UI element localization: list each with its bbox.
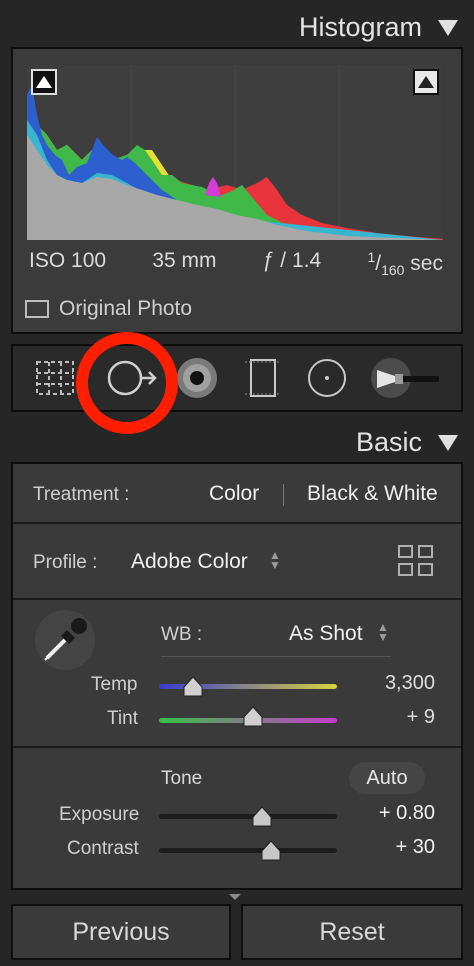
highlight-ring xyxy=(76,332,178,434)
wb-stepper-icon[interactable]: ▲ ▼ xyxy=(377,621,389,643)
temp-value[interactable]: 3,300 xyxy=(315,672,435,695)
red-eye-icon[interactable] xyxy=(175,356,219,400)
shutter-speed-value: 1/160 sec xyxy=(367,249,443,279)
highlight-clipping-toggle[interactable] xyxy=(413,69,439,95)
graduated-filter-icon[interactable] xyxy=(241,356,285,400)
histogram-graph[interactable] xyxy=(27,65,443,240)
histogram-panel: ISO 100 35 mm ƒ / 1.4 1/160 sec Original… xyxy=(11,47,463,334)
exposure-slider[interactable] xyxy=(159,814,337,819)
wb-dropdown[interactable]: As Shot xyxy=(289,622,363,646)
tint-label: Tint xyxy=(107,708,138,729)
exposure-slider-thumb[interactable] xyxy=(251,806,273,828)
adjustment-brush-icon[interactable] xyxy=(369,356,445,400)
wb-underline xyxy=(161,656,391,657)
reset-button[interactable]: Reset xyxy=(241,904,463,960)
temp-slider-thumb[interactable] xyxy=(182,676,204,698)
crop-overlay-icon[interactable] xyxy=(33,356,77,400)
exposure-label: Exposure xyxy=(59,804,140,825)
tint-value[interactable]: + 9 xyxy=(315,706,435,729)
aperture-value: ƒ / 1.4 xyxy=(262,249,322,272)
histogram-chart xyxy=(27,65,443,240)
iso-value: ISO 100 xyxy=(29,249,107,272)
panel-end-marker-icon xyxy=(229,894,241,900)
exposure-value[interactable]: + 0.80 xyxy=(315,802,435,825)
shutter-unit: sec xyxy=(410,252,443,275)
auto-tone-button[interactable]: Auto xyxy=(349,762,425,794)
basic-header[interactable]: Basic xyxy=(356,427,458,458)
shutter-numerator: 1 xyxy=(367,249,376,265)
reset-label: Reset xyxy=(319,917,385,946)
treatment-label: Treatment : xyxy=(33,484,130,505)
basic-panel: Treatment : Color Black & White Profile … xyxy=(11,462,463,890)
original-photo-toggle[interactable]: Original Photo xyxy=(25,297,192,321)
collapse-triangle-icon[interactable] xyxy=(438,19,458,36)
contrast-value[interactable]: + 30 xyxy=(315,836,435,859)
treatment-bw-option[interactable]: Black & White xyxy=(307,482,438,506)
tint-slider-thumb[interactable] xyxy=(242,706,264,728)
auto-tone-label: Auto xyxy=(366,766,408,789)
wb-label: WB : xyxy=(161,624,203,645)
shadow-clipping-toggle[interactable] xyxy=(31,69,57,95)
treatment-divider xyxy=(283,484,284,506)
shutter-denominator: 160 xyxy=(381,262,405,279)
histogram-title: Histogram xyxy=(298,12,422,42)
treatment-section: Treatment : Color Black & White xyxy=(13,464,461,524)
original-photo-label: Original Photo xyxy=(59,297,193,320)
white-balance-section: WB : As Shot ▲ ▼ Temp 3,300 Tint + 9 xyxy=(13,600,461,748)
contrast-slider[interactable] xyxy=(159,848,337,853)
collapse-triangle-icon[interactable] xyxy=(438,434,458,451)
profile-label: Profile : xyxy=(33,552,98,573)
profile-stepper-icon[interactable]: ▲ ▼ xyxy=(269,549,281,571)
tone-label: Tone xyxy=(161,768,203,789)
histogram-header[interactable]: Histogram xyxy=(299,12,458,43)
profile-section: Profile : Adobe Color ▲ ▼ xyxy=(13,524,461,600)
treatment-color-option[interactable]: Color xyxy=(209,482,259,506)
tone-section: Tone Auto Exposure + 0.80 Contrast + 30 xyxy=(13,748,461,886)
white-balance-eyedropper-icon[interactable] xyxy=(33,608,97,672)
profile-dropdown[interactable]: Adobe Color xyxy=(131,550,248,574)
original-photo-checkbox[interactable] xyxy=(25,300,49,318)
previous-label: Previous xyxy=(72,917,170,946)
camera-info-row: ISO 100 35 mm ƒ / 1.4 1/160 sec xyxy=(29,249,443,278)
basic-title: Basic xyxy=(355,427,422,457)
previous-button[interactable]: Previous xyxy=(11,904,231,960)
focal-length-value: 35 mm xyxy=(152,249,217,272)
temp-label: Temp xyxy=(91,674,138,695)
contrast-label: Contrast xyxy=(67,838,139,859)
contrast-slider-thumb[interactable] xyxy=(260,840,282,862)
radial-filter-icon[interactable] xyxy=(305,356,349,400)
profile-browser-icon[interactable] xyxy=(397,544,435,578)
